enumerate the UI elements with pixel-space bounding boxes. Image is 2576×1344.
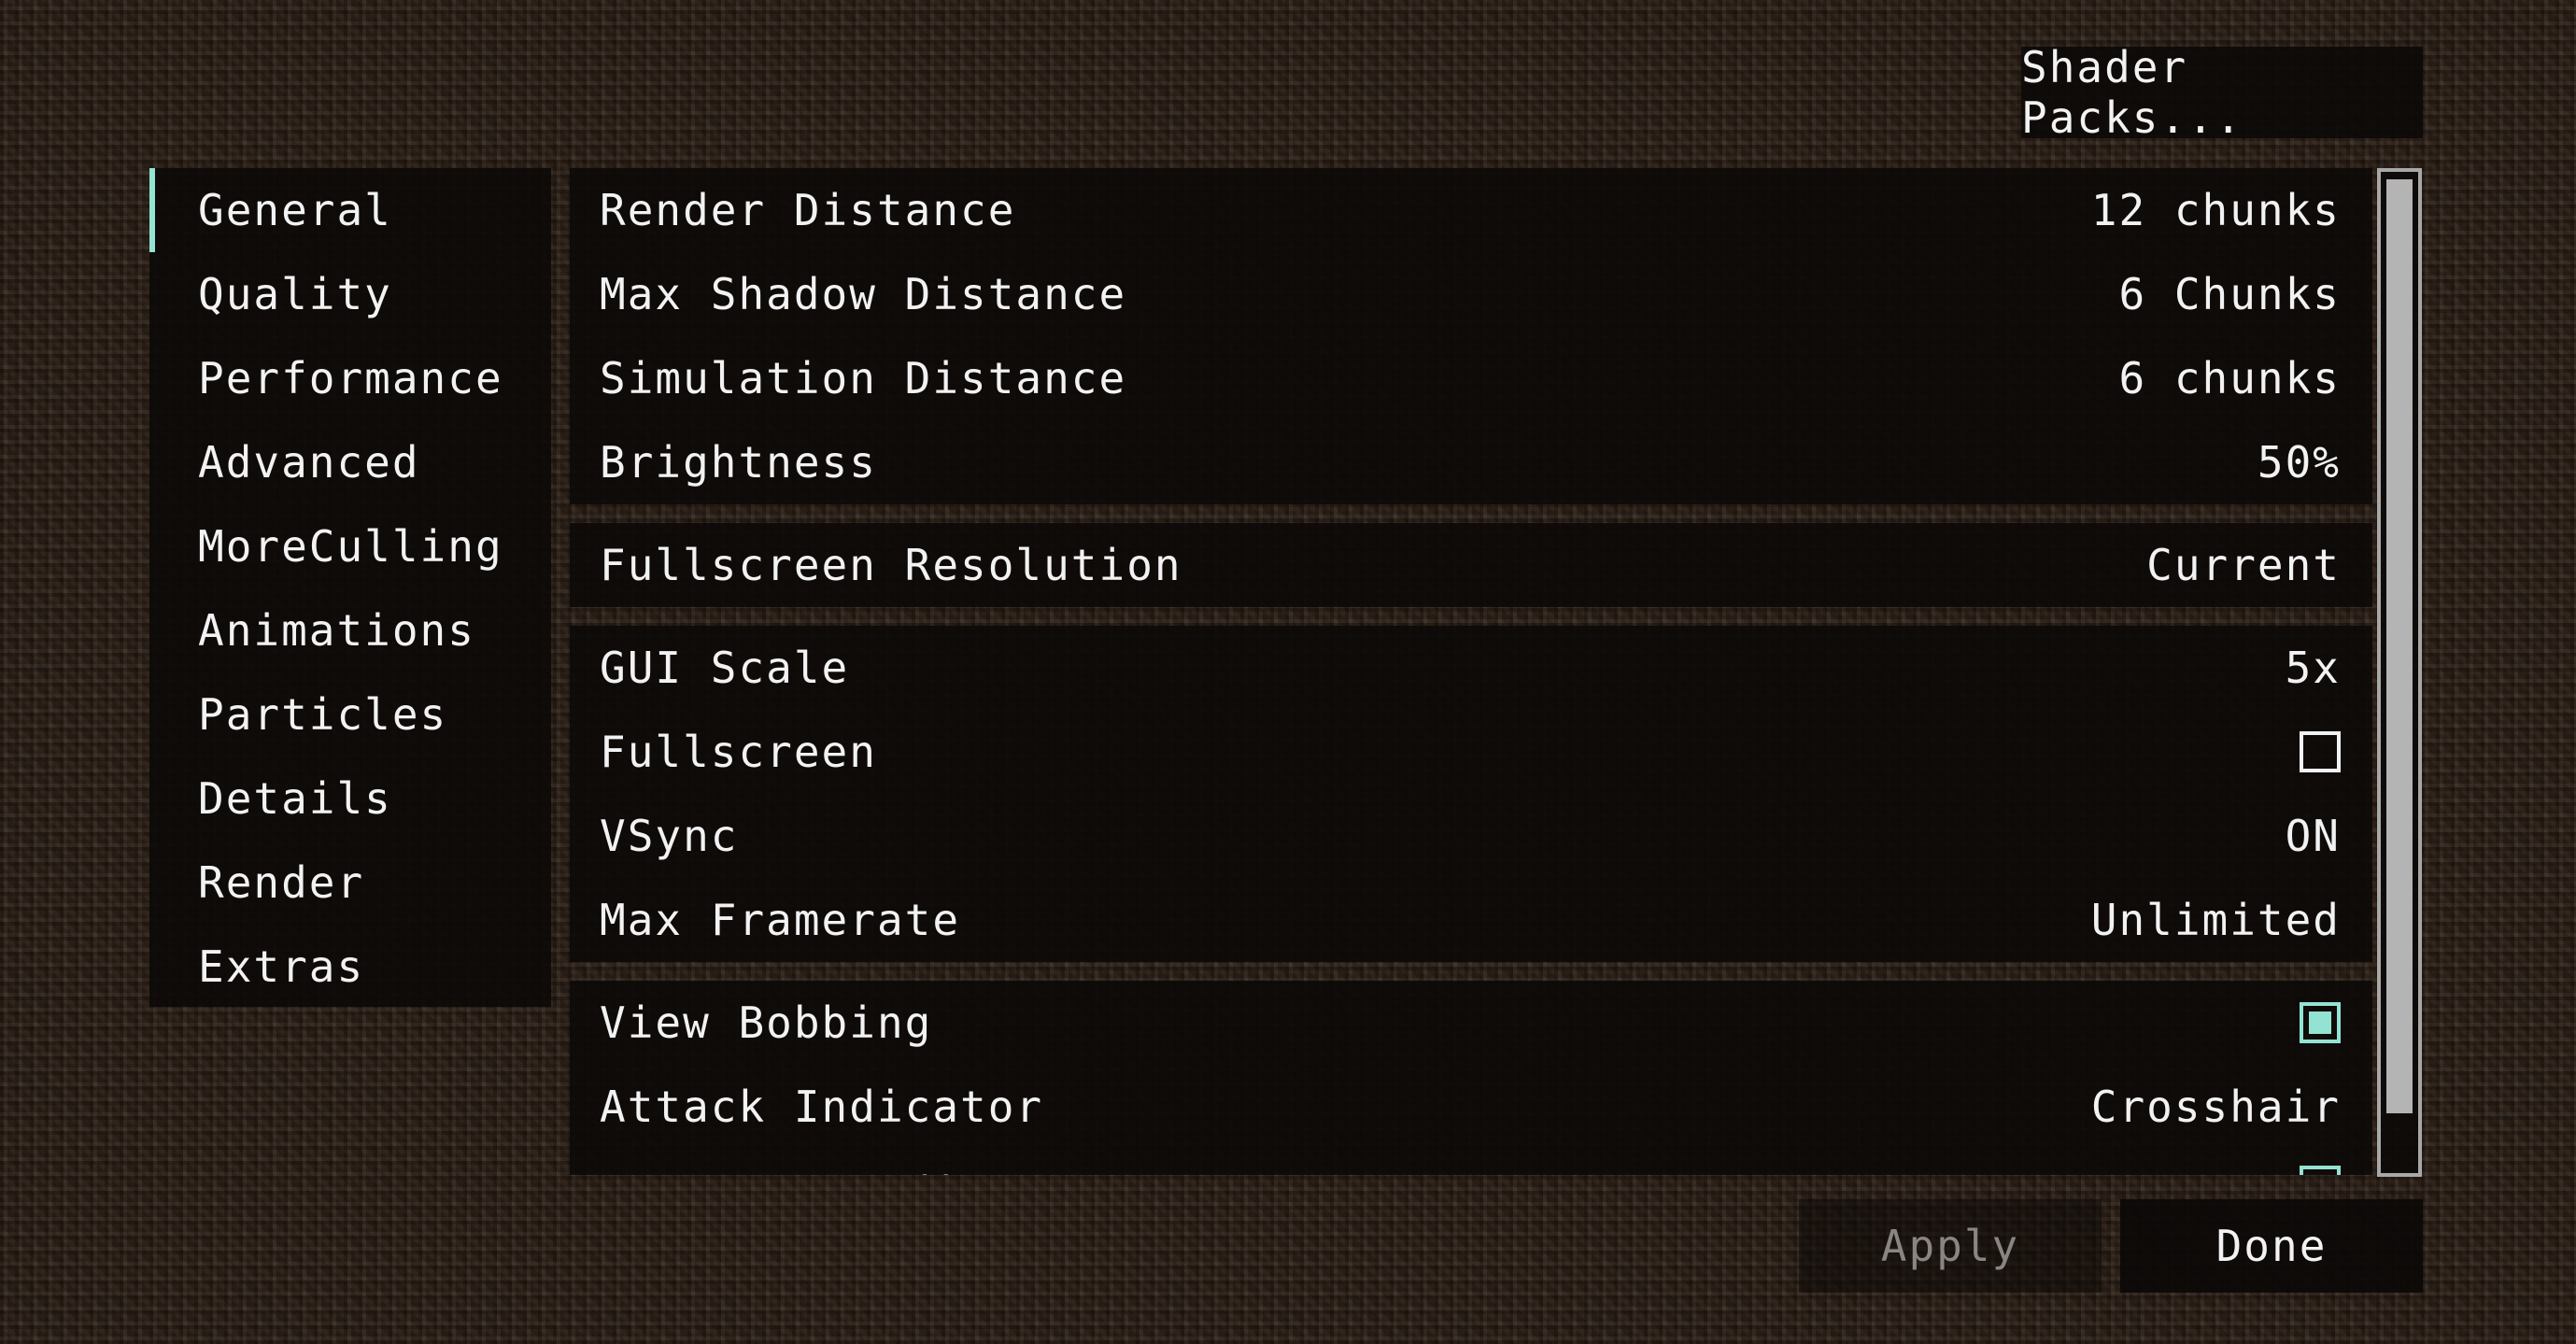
sidebar-item-particles[interactable]: Particles xyxy=(149,672,551,757)
option-value: Current xyxy=(2146,540,2341,590)
option-label: Attack Indicator xyxy=(600,1082,1044,1132)
sidebar-item-moreculling[interactable]: MoreCulling xyxy=(149,504,551,588)
option-label: GUI Scale xyxy=(600,643,850,693)
sidebar-item-label: Details xyxy=(198,773,392,824)
sidebar-item-general[interactable]: General xyxy=(149,168,551,252)
option-group-display: GUI Scale 5x Fullscreen VSync ON Max Fra… xyxy=(570,626,2372,962)
sidebar-item-details[interactable]: Details xyxy=(149,757,551,841)
option-group-resolution: Fullscreen Resolution Current xyxy=(570,523,2372,607)
option-value: Unlimited xyxy=(2090,895,2341,945)
option-simulation-distance[interactable]: Simulation Distance 6 chunks xyxy=(570,336,2372,420)
option-fullscreen-resolution[interactable]: Fullscreen Resolution Current xyxy=(570,523,2372,607)
option-label: Max Shadow Distance xyxy=(600,269,1127,319)
option-autosave-indicator-clipped[interactable]: Autosave Indicator xyxy=(570,1156,2372,1175)
fullscreen-checkbox[interactable] xyxy=(2300,731,2341,772)
sidebar-item-label: Animations xyxy=(198,605,475,656)
sidebar-item-label: Performance xyxy=(198,353,503,403)
option-group-view: View Bobbing Attack Indicator Crosshair xyxy=(570,981,2372,1156)
option-max-framerate[interactable]: Max Framerate Unlimited xyxy=(570,878,2372,962)
option-label: Fullscreen xyxy=(600,727,877,777)
option-label: VSync xyxy=(600,811,739,861)
option-value: 6 Chunks xyxy=(2118,269,2341,319)
option-label: Render Distance xyxy=(600,185,1016,235)
option-label: Autosave Indicator xyxy=(600,1167,1099,1175)
option-vsync[interactable]: VSync ON xyxy=(570,794,2372,878)
sidebar-item-animations[interactable]: Animations xyxy=(149,588,551,672)
sidebar-item-label: Extras xyxy=(198,941,365,992)
sidebar-item-label: Advanced xyxy=(198,437,420,488)
category-sidebar: General Quality Performance Advanced Mor… xyxy=(149,168,551,1007)
option-fullscreen[interactable]: Fullscreen xyxy=(570,710,2372,794)
sidebar-item-label: Quality xyxy=(198,269,392,319)
option-group-distance: Render Distance 12 chunks Max Shadow Dis… xyxy=(570,168,2372,504)
apply-button[interactable]: Apply xyxy=(1799,1199,2102,1293)
sidebar-item-label: MoreCulling xyxy=(198,521,503,572)
option-value: 6 chunks xyxy=(2118,353,2341,403)
option-label: Max Framerate xyxy=(600,895,961,945)
sidebar-item-label: General xyxy=(198,185,392,235)
option-render-distance[interactable]: Render Distance 12 chunks xyxy=(570,168,2372,252)
option-max-shadow-distance[interactable]: Max Shadow Distance 6 Chunks xyxy=(570,252,2372,336)
option-brightness[interactable]: Brightness 50% xyxy=(570,420,2372,504)
checkbox-fill xyxy=(2309,1012,2331,1034)
sidebar-item-extras[interactable]: Extras xyxy=(149,925,551,1009)
shader-packs-button[interactable]: Shader Packs... xyxy=(2021,42,2423,143)
sidebar-item-quality[interactable]: Quality xyxy=(149,252,551,336)
sidebar-item-performance[interactable]: Performance xyxy=(149,336,551,420)
sidebar-item-label: Particles xyxy=(198,689,448,740)
option-view-bobbing[interactable]: View Bobbing xyxy=(570,981,2372,1065)
option-value: 50% xyxy=(2257,437,2341,488)
option-gui-scale[interactable]: GUI Scale 5x xyxy=(570,626,2372,710)
option-attack-indicator[interactable]: Attack Indicator Crosshair xyxy=(570,1065,2372,1149)
option-value: 5x xyxy=(2285,643,2341,693)
option-value: ON xyxy=(2285,811,2341,861)
option-label: Fullscreen Resolution xyxy=(600,540,1182,590)
option-label: Simulation Distance xyxy=(600,353,1127,403)
option-label: View Bobbing xyxy=(600,997,933,1048)
autosave-indicator-checkbox[interactable] xyxy=(2300,1166,2341,1175)
option-value: Crosshair xyxy=(2090,1082,2341,1132)
sidebar-item-advanced[interactable]: Advanced xyxy=(149,420,551,504)
option-value: 12 chunks xyxy=(2090,185,2341,235)
sidebar-item-label: Render xyxy=(198,857,365,908)
scrollbar-thumb[interactable] xyxy=(2386,179,2413,1113)
option-label: Brightness xyxy=(600,437,877,488)
options-scrollbar[interactable] xyxy=(2377,168,2422,1177)
sidebar-item-render[interactable]: Render xyxy=(149,841,551,925)
view-bobbing-checkbox[interactable] xyxy=(2300,1002,2341,1043)
done-button[interactable]: Done xyxy=(2120,1199,2423,1293)
